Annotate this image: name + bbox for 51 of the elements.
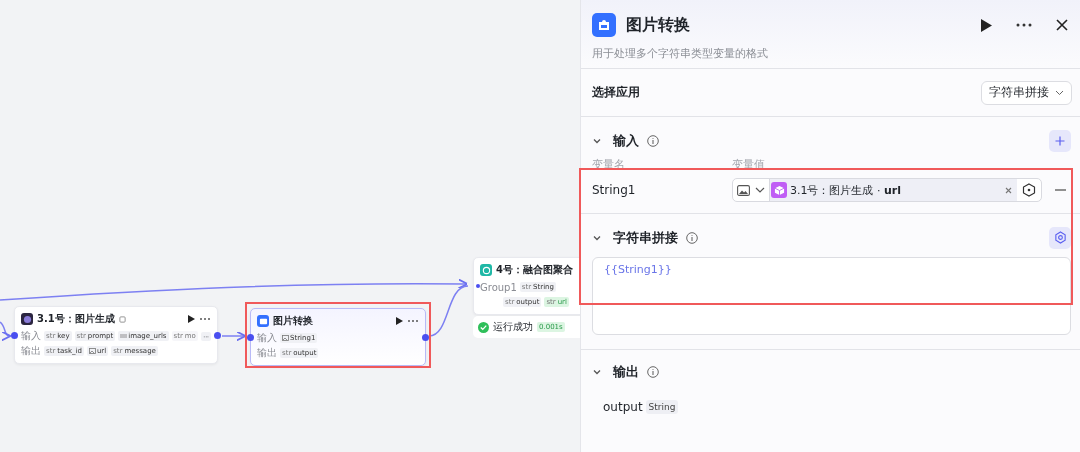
target-icon[interactable] [1022,183,1036,197]
plus-icon [1055,135,1065,146]
port-label: 输出 [257,346,277,360]
type-tag: String [645,400,679,414]
node-title: 图片转换 [273,314,313,328]
play-icon[interactable] [188,315,195,323]
section-title: 输入 [613,131,639,150]
settings-button[interactable] [1049,226,1071,249]
port-label: 输出 [21,344,41,358]
port-label: Group1 [480,281,517,293]
node-title: 4号：融合图聚合 [496,263,573,277]
node-title: 3.1号：图片生成 [37,312,115,326]
input-port[interactable] [476,284,480,288]
info-icon[interactable] [647,365,659,378]
info-icon[interactable] [686,231,698,244]
connector [0,321,12,340]
panel-description: 用于处理多个字符串类型变量的格式 [592,46,769,61]
image-icon [88,348,96,354]
template-editor[interactable]: {{String1}} [592,257,1071,335]
field-label: 选择应用 [592,84,640,101]
info-icon[interactable] [647,134,659,147]
app-select[interactable]: 字符串拼接 [981,80,1072,105]
section-title: 输出 [613,362,639,381]
cube-icon [771,182,787,198]
input-port[interactable] [11,332,18,339]
clear-icon[interactable] [1005,186,1012,194]
play-icon[interactable] [396,317,403,325]
connector [221,330,247,342]
port-label: 输入 [257,331,277,345]
close-icon[interactable] [1056,19,1068,31]
port-label: 输入 [21,329,41,343]
status-text: 运行成功 [493,320,533,334]
chevron-icon [1055,89,1064,96]
image-icon [21,313,33,325]
panel-title: 图片转换 [626,14,691,36]
variable-reference[interactable]: 3.1号：图片生成 · url [770,179,1017,201]
image-icon [282,335,289,341]
list-icon [120,333,128,339]
output-port[interactable] [214,332,221,339]
play-icon[interactable] [981,18,992,32]
output-port[interactable] [422,334,429,341]
chevron-icon [755,187,765,193]
add-button[interactable] [1049,129,1071,152]
section-title: 字符串拼接 [613,228,678,247]
output-name: output [603,400,643,414]
settings-icon [1053,231,1067,244]
aperture-icon [480,264,492,276]
variable-name: String1 [592,183,637,197]
image-icon [737,184,750,196]
input-port[interactable] [247,334,254,341]
more-icon[interactable] [1016,23,1032,27]
